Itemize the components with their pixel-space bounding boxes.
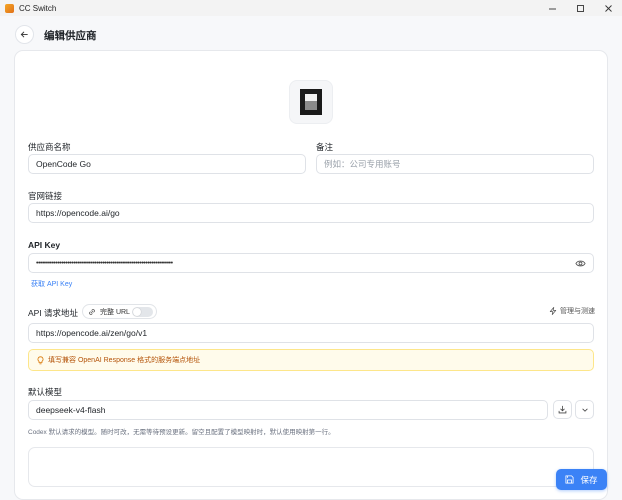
maximize-button[interactable] [566, 0, 594, 16]
window-title: CC Switch [19, 3, 57, 13]
endpoint-input[interactable]: https://opencode.ai/zen/go/v1 [28, 323, 594, 343]
provider-name-value: OpenCode Go [36, 159, 91, 169]
back-button[interactable] [15, 25, 34, 44]
save-icon [565, 475, 574, 484]
save-label: 保存 [580, 474, 598, 485]
website-value: https://opencode.ai/go [36, 208, 120, 218]
chevron-down-icon [581, 408, 588, 412]
full-url-toggle[interactable]: 完整 URL [82, 304, 157, 319]
api-key-input[interactable]: ••••••••••••••••••••••••••••••••••••••••… [28, 253, 594, 273]
default-model-value: deepseek-v4-flash [36, 405, 106, 415]
close-icon [604, 4, 612, 12]
endpoint-value: https://opencode.ai/zen/go/v1 [36, 328, 148, 338]
get-api-key-link[interactable]: 获取 API Key [31, 279, 72, 289]
website-label: 官网链接 [28, 191, 63, 201]
manage-test-label: 管理与测速 [560, 308, 595, 315]
switch-knob [133, 308, 141, 316]
lightbulb-icon [37, 355, 44, 364]
app-icon [5, 3, 14, 13]
manage-test-button[interactable]: 管理与测速 [549, 306, 595, 316]
default-model-description: Codex 默认请求的模型。随时可改，无需等待预设更新。留空且配置了模型映射时，… [28, 429, 335, 436]
close-window-button[interactable] [594, 0, 622, 16]
api-key-label: API Key [28, 240, 61, 250]
website-input[interactable]: https://opencode.ai/go [28, 203, 594, 223]
page-title: 编辑供应商 [44, 30, 97, 42]
save-button[interactable]: 保存 [556, 469, 607, 490]
default-model-input[interactable]: deepseek-v4-flash [28, 400, 548, 420]
endpoint-hint-text: 填写兼容 OpenAI Response 格式的服务端点地址 [48, 357, 201, 364]
fetch-models-button[interactable] [553, 400, 572, 419]
minimize-icon [548, 8, 556, 9]
model-dropdown-button[interactable] [575, 400, 594, 419]
notes-label: 备注 [316, 142, 334, 152]
link-icon [89, 308, 95, 315]
opencode-logo-icon [300, 89, 322, 115]
notes-input[interactable]: 例如：公司专用账号 [316, 154, 594, 174]
default-model-label: 默认模型 [28, 387, 63, 397]
next-section-box [28, 447, 594, 487]
window-controls [538, 0, 622, 16]
full-url-switch[interactable] [132, 307, 153, 317]
notes-placeholder: 例如：公司专用账号 [324, 159, 401, 169]
endpoint-hint: 填写兼容 OpenAI Response 格式的服务端点地址 [28, 349, 594, 371]
window-titlebar: CC Switch [0, 0, 622, 16]
api-key-value: ••••••••••••••••••••••••••••••••••••••••… [36, 259, 173, 267]
eye-icon[interactable] [575, 259, 586, 268]
zap-icon [549, 307, 557, 315]
minimize-button[interactable] [538, 0, 566, 16]
provider-name-label: 供应商名称 [28, 142, 71, 152]
endpoint-label: API 请求地址 [28, 308, 79, 318]
provider-logo[interactable] [289, 80, 333, 124]
provider-name-input[interactable]: OpenCode Go [28, 154, 306, 174]
arrow-left-icon [20, 31, 28, 38]
download-icon [558, 405, 567, 414]
full-url-label: 完整 URL [100, 308, 130, 316]
maximize-icon [576, 4, 584, 12]
